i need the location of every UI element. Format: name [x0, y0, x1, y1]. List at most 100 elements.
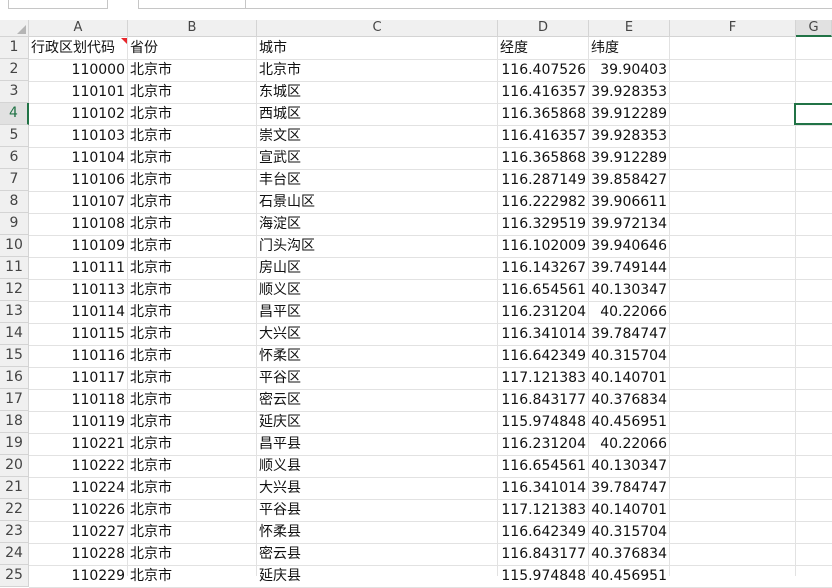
data-cell[interactable]: 110109 [29, 236, 127, 257]
data-cell[interactable]: 昌平区 [257, 302, 497, 323]
formula-controls[interactable] [138, 0, 246, 9]
row-header-9[interactable]: 9 [0, 213, 29, 235]
data-cell[interactable]: 110108 [29, 214, 127, 235]
data-cell[interactable]: 东城区 [257, 82, 497, 103]
data-cell[interactable]: 116.341014 [498, 324, 588, 345]
data-cell[interactable]: 39.972134 [589, 214, 669, 235]
formula-input[interactable] [246, 0, 832, 9]
data-cell[interactable]: 39.784747 [589, 324, 669, 345]
data-cell[interactable]: 116.843177 [498, 544, 588, 565]
column-header-a[interactable]: A [29, 20, 128, 37]
data-cell[interactable]: 116.365868 [498, 148, 588, 169]
data-cell[interactable]: 北京市 [128, 214, 256, 235]
row-header-25[interactable]: 25 [0, 565, 29, 587]
data-cell[interactable]: 116.287149 [498, 170, 588, 191]
data-cell[interactable]: 40.456951 [589, 412, 669, 433]
data-cell[interactable]: 平谷区 [257, 368, 497, 389]
data-cell[interactable]: 116.642349 [498, 346, 588, 367]
data-cell[interactable]: 40.456951 [589, 566, 669, 587]
data-cell[interactable]: 西城区 [257, 104, 497, 125]
data-cell[interactable]: 110115 [29, 324, 127, 345]
data-cell[interactable]: 顺义区 [257, 280, 497, 301]
data-cell[interactable]: 39.784747 [589, 478, 669, 499]
column-title-cell[interactable]: 行政区划代码 [29, 38, 127, 59]
data-cell[interactable]: 北京市 [128, 302, 256, 323]
data-cell[interactable]: 110226 [29, 500, 127, 521]
row-header-6[interactable]: 6 [0, 147, 29, 169]
data-cell[interactable]: 40.376834 [589, 544, 669, 565]
data-cell[interactable]: 海淀区 [257, 214, 497, 235]
data-cell[interactable]: 110000 [29, 60, 127, 81]
data-cell[interactable]: 门头沟区 [257, 236, 497, 257]
active-cell-border[interactable] [794, 103, 832, 125]
data-cell[interactable]: 大兴县 [257, 478, 497, 499]
data-cell[interactable]: 大兴区 [257, 324, 497, 345]
data-cell[interactable]: 北京市 [128, 126, 256, 147]
data-cell[interactable]: 北京市 [128, 390, 256, 411]
data-cell[interactable]: 39.90403 [589, 60, 669, 81]
data-cell[interactable]: 北京市 [128, 478, 256, 499]
data-cell[interactable]: 110104 [29, 148, 127, 169]
data-cell[interactable]: 昌平县 [257, 434, 497, 455]
data-cell[interactable]: 110229 [29, 566, 127, 587]
row-header-16[interactable]: 16 [0, 367, 29, 389]
data-cell[interactable]: 39.858427 [589, 170, 669, 191]
data-cell[interactable]: 石景山区 [257, 192, 497, 213]
row-header-18[interactable]: 18 [0, 411, 29, 433]
row-header-20[interactable]: 20 [0, 455, 29, 477]
column-title-cell[interactable]: 经度 [498, 38, 588, 59]
data-cell[interactable]: 北京市 [128, 500, 256, 521]
data-cell[interactable]: 北京市 [128, 434, 256, 455]
data-cell[interactable]: 40.376834 [589, 390, 669, 411]
data-cell[interactable]: 40.130347 [589, 456, 669, 477]
data-cell[interactable]: 110106 [29, 170, 127, 191]
data-cell[interactable]: 怀柔县 [257, 522, 497, 543]
data-cell[interactable]: 宣武区 [257, 148, 497, 169]
data-cell[interactable]: 117.121383 [498, 368, 588, 389]
data-cell[interactable]: 116.654561 [498, 280, 588, 301]
data-cell[interactable]: 110118 [29, 390, 127, 411]
row-header-5[interactable]: 5 [0, 125, 29, 147]
data-cell[interactable]: 116.407526 [498, 60, 588, 81]
data-cell[interactable]: 北京市 [257, 60, 497, 81]
data-cell[interactable]: 北京市 [128, 412, 256, 433]
data-cell[interactable]: 北京市 [128, 368, 256, 389]
column-header-g[interactable]: G [796, 20, 832, 37]
data-cell[interactable]: 116.843177 [498, 390, 588, 411]
data-cell[interactable]: 北京市 [128, 324, 256, 345]
data-cell[interactable]: 40.22066 [589, 302, 669, 323]
data-cell[interactable]: 39.906611 [589, 192, 669, 213]
data-cell[interactable]: 115.974848 [498, 412, 588, 433]
data-cell[interactable]: 39.912289 [589, 148, 669, 169]
data-cell[interactable]: 110111 [29, 258, 127, 279]
data-cell[interactable]: 房山区 [257, 258, 497, 279]
data-cell[interactable]: 39.912289 [589, 104, 669, 125]
data-cell[interactable]: 北京市 [128, 456, 256, 477]
row-header-24[interactable]: 24 [0, 543, 29, 565]
data-cell[interactable]: 40.140701 [589, 500, 669, 521]
data-cell[interactable]: 北京市 [128, 544, 256, 565]
data-cell[interactable]: 39.928353 [589, 126, 669, 147]
data-cell[interactable]: 116.654561 [498, 456, 588, 477]
data-cell[interactable]: 崇文区 [257, 126, 497, 147]
data-cell[interactable]: 39.940646 [589, 236, 669, 257]
data-cell[interactable]: 40.315704 [589, 522, 669, 543]
data-cell[interactable]: 40.130347 [589, 280, 669, 301]
data-cell[interactable]: 北京市 [128, 104, 256, 125]
data-cell[interactable]: 110101 [29, 82, 127, 103]
data-cell[interactable]: 110102 [29, 104, 127, 125]
data-cell[interactable]: 北京市 [128, 236, 256, 257]
data-cell[interactable]: 北京市 [128, 192, 256, 213]
row-header-14[interactable]: 14 [0, 323, 29, 345]
data-cell[interactable]: 北京市 [128, 566, 256, 587]
data-cell[interactable]: 110224 [29, 478, 127, 499]
comment-indicator-icon[interactable] [121, 38, 127, 44]
data-cell[interactable]: 110113 [29, 280, 127, 301]
data-cell[interactable]: 顺义县 [257, 456, 497, 477]
row-header-23[interactable]: 23 [0, 521, 29, 543]
column-header-b[interactable]: B [128, 20, 257, 37]
row-header-1[interactable]: 1 [0, 37, 29, 59]
row-header-19[interactable]: 19 [0, 433, 29, 455]
data-cell[interactable]: 北京市 [128, 258, 256, 279]
data-cell[interactable]: 北京市 [128, 170, 256, 191]
